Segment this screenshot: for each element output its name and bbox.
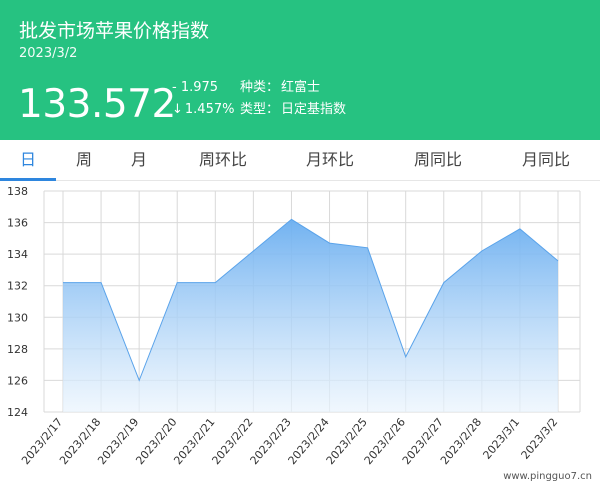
tab-day[interactable]: 日 — [20, 140, 36, 180]
change-block: - 1.975 ↓ 1.457% — [172, 77, 234, 121]
data-point — [519, 228, 521, 230]
variety-row: 种类： 红富士 — [240, 77, 346, 99]
tab-month[interactable]: 月 — [131, 140, 147, 180]
x-tick-label: 2023/3/2 — [519, 416, 561, 462]
data-point — [557, 260, 559, 262]
data-point — [367, 247, 369, 249]
data-point — [329, 242, 331, 244]
meta-block: 种类： 红富士 类型： 日定基指数 — [240, 77, 346, 121]
data-point — [176, 282, 178, 284]
tab-week-mom[interactable]: 周环比 — [199, 140, 247, 180]
type-label: 类型： — [240, 102, 280, 117]
y-tick-label: 126 — [7, 374, 28, 387]
tab-month-mom[interactable]: 月环比 — [306, 140, 354, 180]
data-point — [252, 250, 254, 252]
change-pct-row: ↓ 1.457% — [172, 99, 234, 121]
chart-svg: 1241261281301321341361382023/2/172023/2/… — [7, 185, 592, 482]
data-point — [138, 379, 140, 381]
page-title: 批发市场苹果价格指数 — [19, 20, 210, 42]
type-row: 类型： 日定基指数 — [240, 99, 346, 121]
type-value: 日定基指数 — [281, 102, 347, 117]
x-tick-label: 2023/3/1 — [481, 416, 523, 462]
data-point — [481, 250, 483, 252]
variety-value: 红富士 — [281, 80, 321, 95]
y-tick-label: 128 — [7, 343, 28, 356]
change-abs: - 1.975 — [172, 80, 219, 95]
data-point — [290, 218, 292, 220]
change-pct: 1.457% — [184, 102, 235, 117]
y-tick-label: 138 — [7, 185, 28, 198]
date-label: 2023/3/2 — [19, 46, 78, 61]
watermark-text: www.pingguo7.cn — [503, 471, 592, 482]
data-point — [100, 282, 102, 284]
tab-week[interactable]: 周 — [76, 140, 92, 180]
y-tick-label: 124 — [7, 406, 28, 419]
y-tick-label: 136 — [7, 217, 28, 230]
y-tick-label: 132 — [7, 280, 28, 293]
data-point — [443, 282, 445, 284]
down-arrow-icon: ↓ — [172, 102, 183, 117]
tab-week-yoy[interactable]: 周同比 — [414, 140, 462, 180]
data-point — [405, 356, 407, 358]
period-tabs: 日 周 月 周环比 月环比 周同比 月同比 — [0, 140, 600, 181]
data-point — [214, 282, 216, 284]
data-point — [62, 282, 64, 284]
variety-label: 种类： — [240, 80, 280, 95]
price-chart: 124 126 128 130 132 134 136 138 2023/2/17 2023/2/… — [0, 181, 600, 482]
y-tick-label: 130 — [7, 311, 28, 324]
series-area — [63, 219, 558, 412]
header: 批发市场苹果价格指数 2023/3/2 133.572 - 1.975 ↓ 1.… — [0, 0, 600, 140]
tab-month-yoy[interactable]: 月同比 — [522, 140, 570, 180]
change-abs-row: - 1.975 — [172, 77, 234, 99]
y-tick-label: 134 — [7, 248, 28, 261]
price-value: 133.572 — [18, 82, 176, 127]
